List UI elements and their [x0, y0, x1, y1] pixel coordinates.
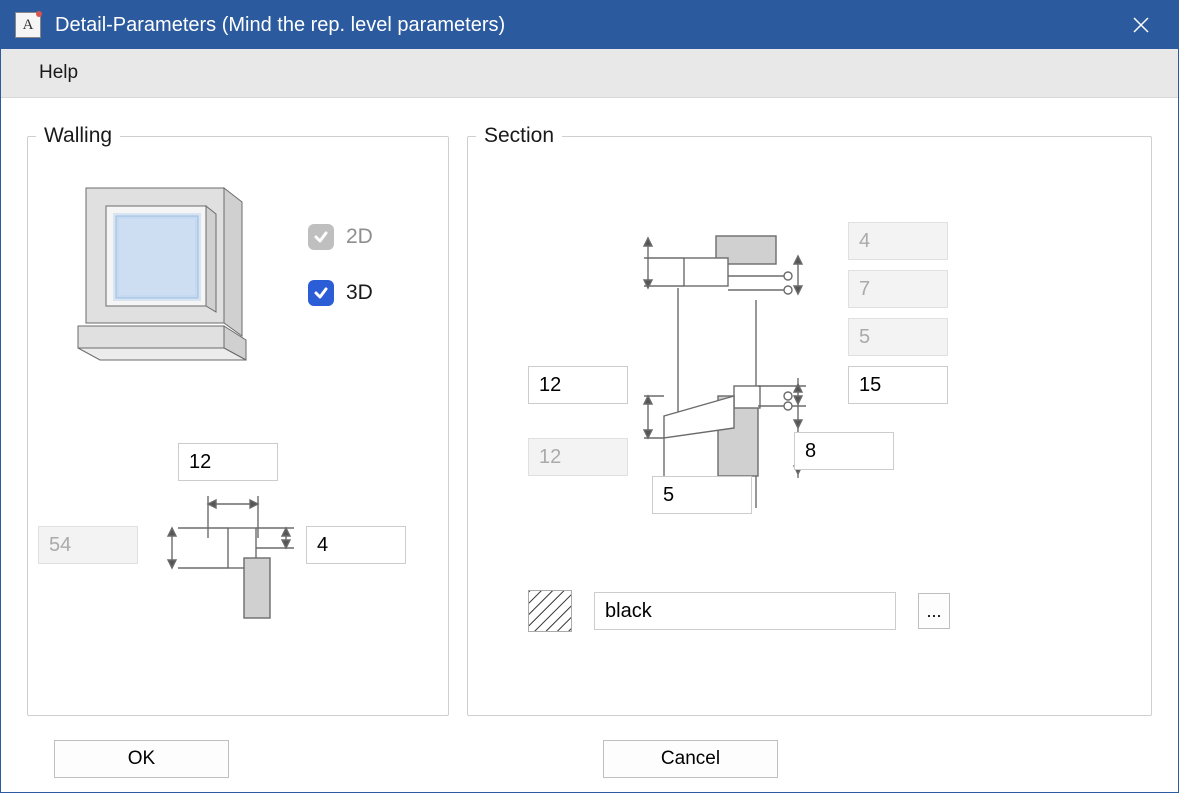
section-legend: Section — [476, 124, 562, 148]
close-button[interactable] — [1118, 2, 1164, 48]
mode-2d-checkbox — [308, 224, 334, 250]
section-input-low-right[interactable] — [794, 432, 894, 470]
button-row: OK Cancel — [1, 726, 1178, 792]
mode-3d-row: 3D — [308, 280, 373, 306]
mode-3d-label: 3D — [346, 281, 373, 305]
walling-input-left — [38, 526, 138, 564]
walling-input-right[interactable] — [306, 526, 406, 564]
section-input-top3 — [848, 318, 948, 356]
section-color-input[interactable] — [594, 592, 896, 630]
section-diagram — [638, 228, 838, 518]
hatch-swatch — [528, 590, 572, 632]
menubar: Help — [1, 49, 1178, 98]
window-title: Detail-Parameters (Mind the rep. level p… — [55, 14, 1118, 37]
app-icon: A — [15, 12, 41, 38]
mode-2d-row: 2D — [308, 224, 373, 250]
section-input-low-mid[interactable] — [652, 476, 752, 514]
cancel-button[interactable]: Cancel — [603, 740, 778, 778]
walling-preview-icon — [74, 178, 254, 368]
walling-panel: Walling — [27, 124, 449, 716]
section-input-mid-right[interactable] — [848, 366, 948, 404]
section-input-low-left — [528, 438, 628, 476]
section-input-mid-left[interactable] — [528, 366, 628, 404]
menu-help[interactable]: Help — [27, 56, 90, 90]
titlebar: A Detail-Parameters (Mind the rep. level… — [1, 1, 1178, 49]
ok-button[interactable]: OK — [54, 740, 229, 778]
walling-legend: Walling — [36, 124, 120, 148]
mode-2d-label: 2D — [346, 225, 373, 249]
section-panel: Section — [467, 124, 1152, 716]
section-input-top2 — [848, 270, 948, 308]
section-color-browse-button[interactable]: ... — [918, 593, 950, 629]
dialog-window: A Detail-Parameters (Mind the rep. level… — [0, 0, 1179, 793]
walling-input-top[interactable] — [178, 443, 278, 481]
walling-dim-diagram — [148, 478, 298, 648]
mode-3d-checkbox[interactable] — [308, 280, 334, 306]
section-input-top1 — [848, 222, 948, 260]
